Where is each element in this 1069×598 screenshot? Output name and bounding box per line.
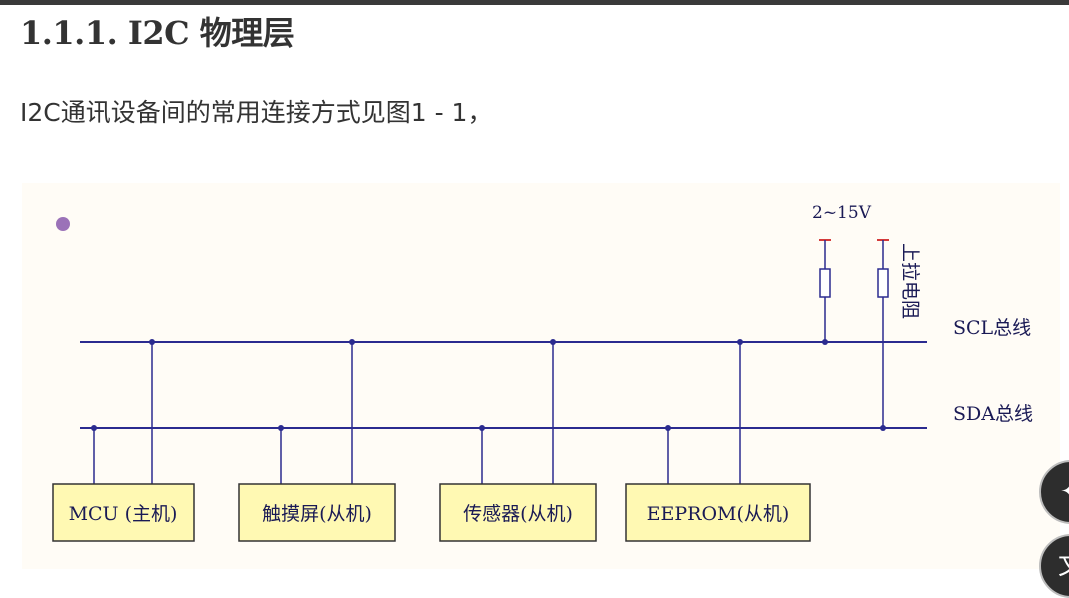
device-box-eeprom: EEPROM(从机) <box>625 483 811 542</box>
device-box-touchscreen: 触摸屏(从机) <box>238 483 396 542</box>
i2c-connection-diagram: SCL总线 SDA总线 2~15V 上拉电阻 MCU (主机) 触摸屏(从机) … <box>22 183 1060 569</box>
bullet-dot <box>56 217 70 231</box>
pullup-resistor-label: 上拉电阻 <box>899 243 921 319</box>
device-connections <box>93 342 741 484</box>
top-bar <box>0 0 1069 5</box>
sda-bus-label: SDA总线 <box>953 403 1033 425</box>
section-heading: 1.1.1. I2C 物理层 <box>20 14 295 52</box>
scl-bus-label: SCL总线 <box>953 317 1031 339</box>
device-box-mcu: MCU (主机) <box>52 483 195 542</box>
device-label-eeprom: EEPROM(从机) <box>647 503 790 525</box>
device-label-mcu: MCU (主机) <box>69 503 178 525</box>
pullup-resistor-sda <box>877 239 889 431</box>
junction-dots <box>91 339 743 431</box>
device-box-sensor: 传感器(从机) <box>439 483 597 542</box>
voltage-label: 2~15V <box>812 203 872 223</box>
intro-paragraph: I2C通讯设备间的常用连接方式见图1 - 1， <box>20 98 493 127</box>
device-label-touchscreen: 触摸屏(从机) <box>262 503 372 525</box>
sparkle-icon: ✦ <box>1060 477 1069 507</box>
device-label-sensor: 传感器(从机) <box>463 503 573 525</box>
translate-icon: 文 <box>1058 551 1069 581</box>
pullup-resistor-scl <box>819 239 831 345</box>
